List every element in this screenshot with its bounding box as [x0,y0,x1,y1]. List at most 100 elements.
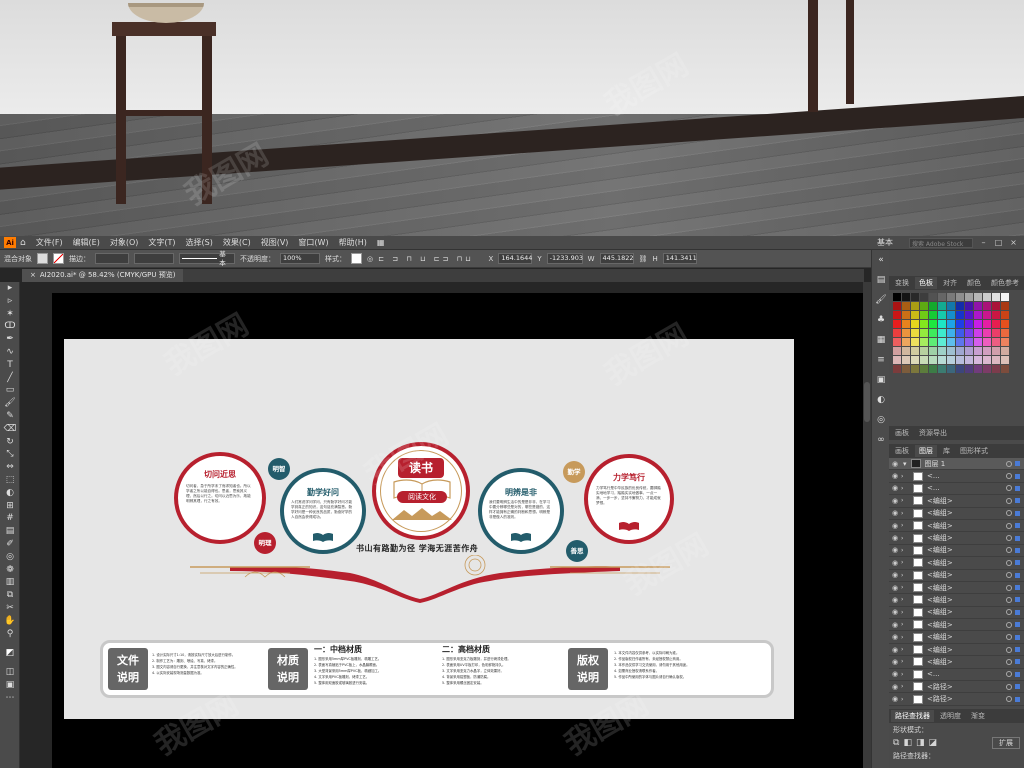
pen-tool-icon[interactable]: ✒ [0,333,20,346]
color-swatch[interactable] [974,302,982,310]
color-swatch[interactable] [956,320,964,328]
color-swatch[interactable] [893,329,901,337]
color-swatch[interactable] [992,365,1000,373]
document-tab[interactable]: × AI2020.ai* @ 58.42% (CMYK/GPU 预览) [22,269,184,282]
color-swatch[interactable] [902,338,910,346]
color-swatch[interactable] [992,311,1000,319]
color-swatch[interactable] [983,293,991,301]
target-icon[interactable] [1006,559,1012,566]
color-swatch[interactable] [947,311,955,319]
target-icon[interactable] [1006,696,1012,703]
color-swatch[interactable] [938,347,946,355]
color-swatch[interactable] [965,293,973,301]
color-swatch[interactable] [902,293,910,301]
expand-icon[interactable]: › [901,535,909,542]
color-swatch[interactable] [920,356,928,364]
color-swatch[interactable] [1001,365,1009,373]
layer-row[interactable]: ◉ › <... [889,483,1024,496]
menu-select[interactable]: 选择(S) [186,237,213,248]
expand-icon[interactable]: › [901,559,909,566]
type-tool-icon[interactable]: T [0,359,20,372]
appearance-icon[interactable]: ◎ [872,410,890,430]
tab-artboards[interactable]: 画板 [891,427,913,439]
color-swatch[interactable] [920,311,928,319]
recolor-icon[interactable]: ◎ [367,255,373,263]
color-swatch[interactable] [911,347,919,355]
color-swatch[interactable] [1001,338,1009,346]
shape-builder-tool-icon[interactable]: ◐ [0,487,20,500]
expand-button[interactable]: 扩展 [992,736,1020,749]
slice-tool-icon[interactable]: ✂ [0,602,20,615]
scroll-thumb[interactable] [864,382,870,422]
rotate-tool-icon[interactable]: ↻ [0,436,20,449]
layer-row-top[interactable]: ◉ ▾ 图层 1 [889,458,1024,471]
menu-file[interactable]: 文件(F) [36,237,63,248]
home-icon[interactable]: ⌂ [20,238,26,248]
color-swatch[interactable] [902,347,910,355]
magic-wand-tool-icon[interactable]: ✶ [0,308,20,321]
color-swatch[interactable] [929,293,937,301]
color-swatch[interactable] [965,347,973,355]
layer-row[interactable]: ◉ › <编组> [889,582,1024,595]
color-swatch[interactable] [992,293,1000,301]
color-swatch[interactable] [938,311,946,319]
color-swatch[interactable] [965,320,973,328]
tab-color[interactable]: 颜色 [963,277,985,289]
workspace-switcher[interactable]: 基本 [877,237,893,248]
unite-icon[interactable]: ⧉ [893,738,899,748]
color-swatch[interactable] [911,356,919,364]
color-swatch[interactable] [893,347,901,355]
layer-row[interactable]: ◉ › <路径> [889,681,1024,694]
link-icon[interactable]: ⛓ [639,255,648,263]
eye-icon[interactable]: ◉ [889,546,901,554]
eye-icon[interactable]: ◉ [889,683,901,691]
color-swatch[interactable] [983,338,991,346]
expand-icon[interactable]: › [901,473,909,480]
color-swatch[interactable] [893,356,901,364]
menu-effect[interactable]: 效果(C) [223,237,251,248]
eye-icon[interactable]: ◉ [889,522,901,530]
color-swatch[interactable] [983,329,991,337]
fill-swatch[interactable] [37,253,48,264]
expand-icon[interactable]: › [901,609,909,616]
color-swatch[interactable] [974,356,982,364]
color-swatch[interactable] [992,329,1000,337]
expand-icon[interactable]: › [901,497,909,504]
vertical-scrollbar[interactable] [863,282,871,768]
color-swatch[interactable] [911,338,919,346]
color-swatch[interactable] [938,338,946,346]
stroke-swatch[interactable] [53,253,64,264]
color-swatch[interactable] [911,329,919,337]
color-swatch[interactable] [902,302,910,310]
color-swatch[interactable] [965,329,973,337]
expand-icon[interactable]: › [901,522,909,529]
color-swatch[interactable] [992,302,1000,310]
menu-edit[interactable]: 编辑(E) [73,237,100,248]
color-swatch[interactable] [893,293,901,301]
eye-icon[interactable]: ◉ [889,621,901,629]
expand-icon[interactable]: › [901,658,909,665]
screen-mode-icon[interactable]: ▣ [0,679,20,692]
expand-icon[interactable]: › [901,646,909,653]
color-swatch[interactable] [920,347,928,355]
eye-icon[interactable]: ◉ [889,472,901,480]
tab-libraries[interactable]: 库 [939,445,954,457]
color-swatch[interactable] [947,302,955,310]
layer-row[interactable]: ◉ › <路径> [889,693,1024,706]
target-icon[interactable] [1006,584,1012,591]
minus-front-icon[interactable]: ◧ [903,738,912,748]
color-swatch[interactable] [956,293,964,301]
color-swatch[interactable] [1001,347,1009,355]
tab-transform[interactable]: 变换 [891,277,913,289]
rectangle-tool-icon[interactable]: ▭ [0,384,20,397]
color-swatch[interactable] [956,356,964,364]
color-swatch[interactable] [893,320,901,328]
variable-width-field[interactable] [134,253,174,264]
target-icon[interactable] [1006,646,1012,653]
color-swatch[interactable] [992,320,1000,328]
tab-asset-export[interactable]: 资源导出 [915,427,951,439]
target-icon[interactable] [1006,671,1012,678]
graphic-styles-icon[interactable]: ▦ [872,330,890,350]
target-icon[interactable] [1006,621,1012,628]
color-swatch[interactable] [956,347,964,355]
